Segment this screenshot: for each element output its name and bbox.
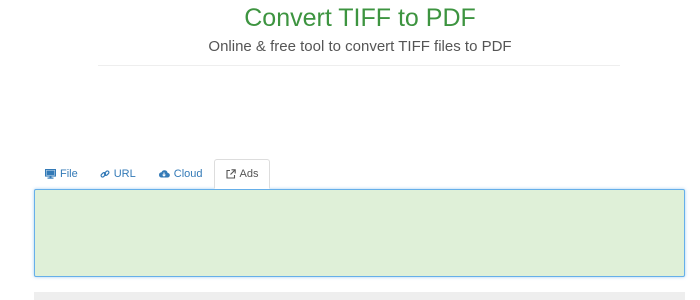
tab-cloud[interactable]: Cloud [147,159,214,188]
external-link-icon [225,169,236,179]
tab-url[interactable]: URL [89,159,147,188]
page: Convert TIFF to PDF Online & free tool t… [0,0,700,300]
header-divider [98,65,620,66]
page-title: Convert TIFF to PDF [244,4,476,32]
bottom-panel [34,292,685,300]
tab-file[interactable]: File [34,159,89,188]
monitor-icon [45,168,56,179]
cloud-icon [158,169,170,178]
link-icon [100,169,110,179]
tab-url-label: URL [113,167,136,180]
source-tabs: File URL Cloud Ads [34,159,685,189]
tab-cloud-label: Cloud [173,167,203,180]
tab-file-label: File [60,167,78,180]
page-subtitle: Online & free tool to convert TIFF files… [208,38,512,55]
tab-ads[interactable]: Ads [213,159,271,189]
ads-panel [34,189,685,277]
tab-ads-label: Ads [239,168,259,180]
